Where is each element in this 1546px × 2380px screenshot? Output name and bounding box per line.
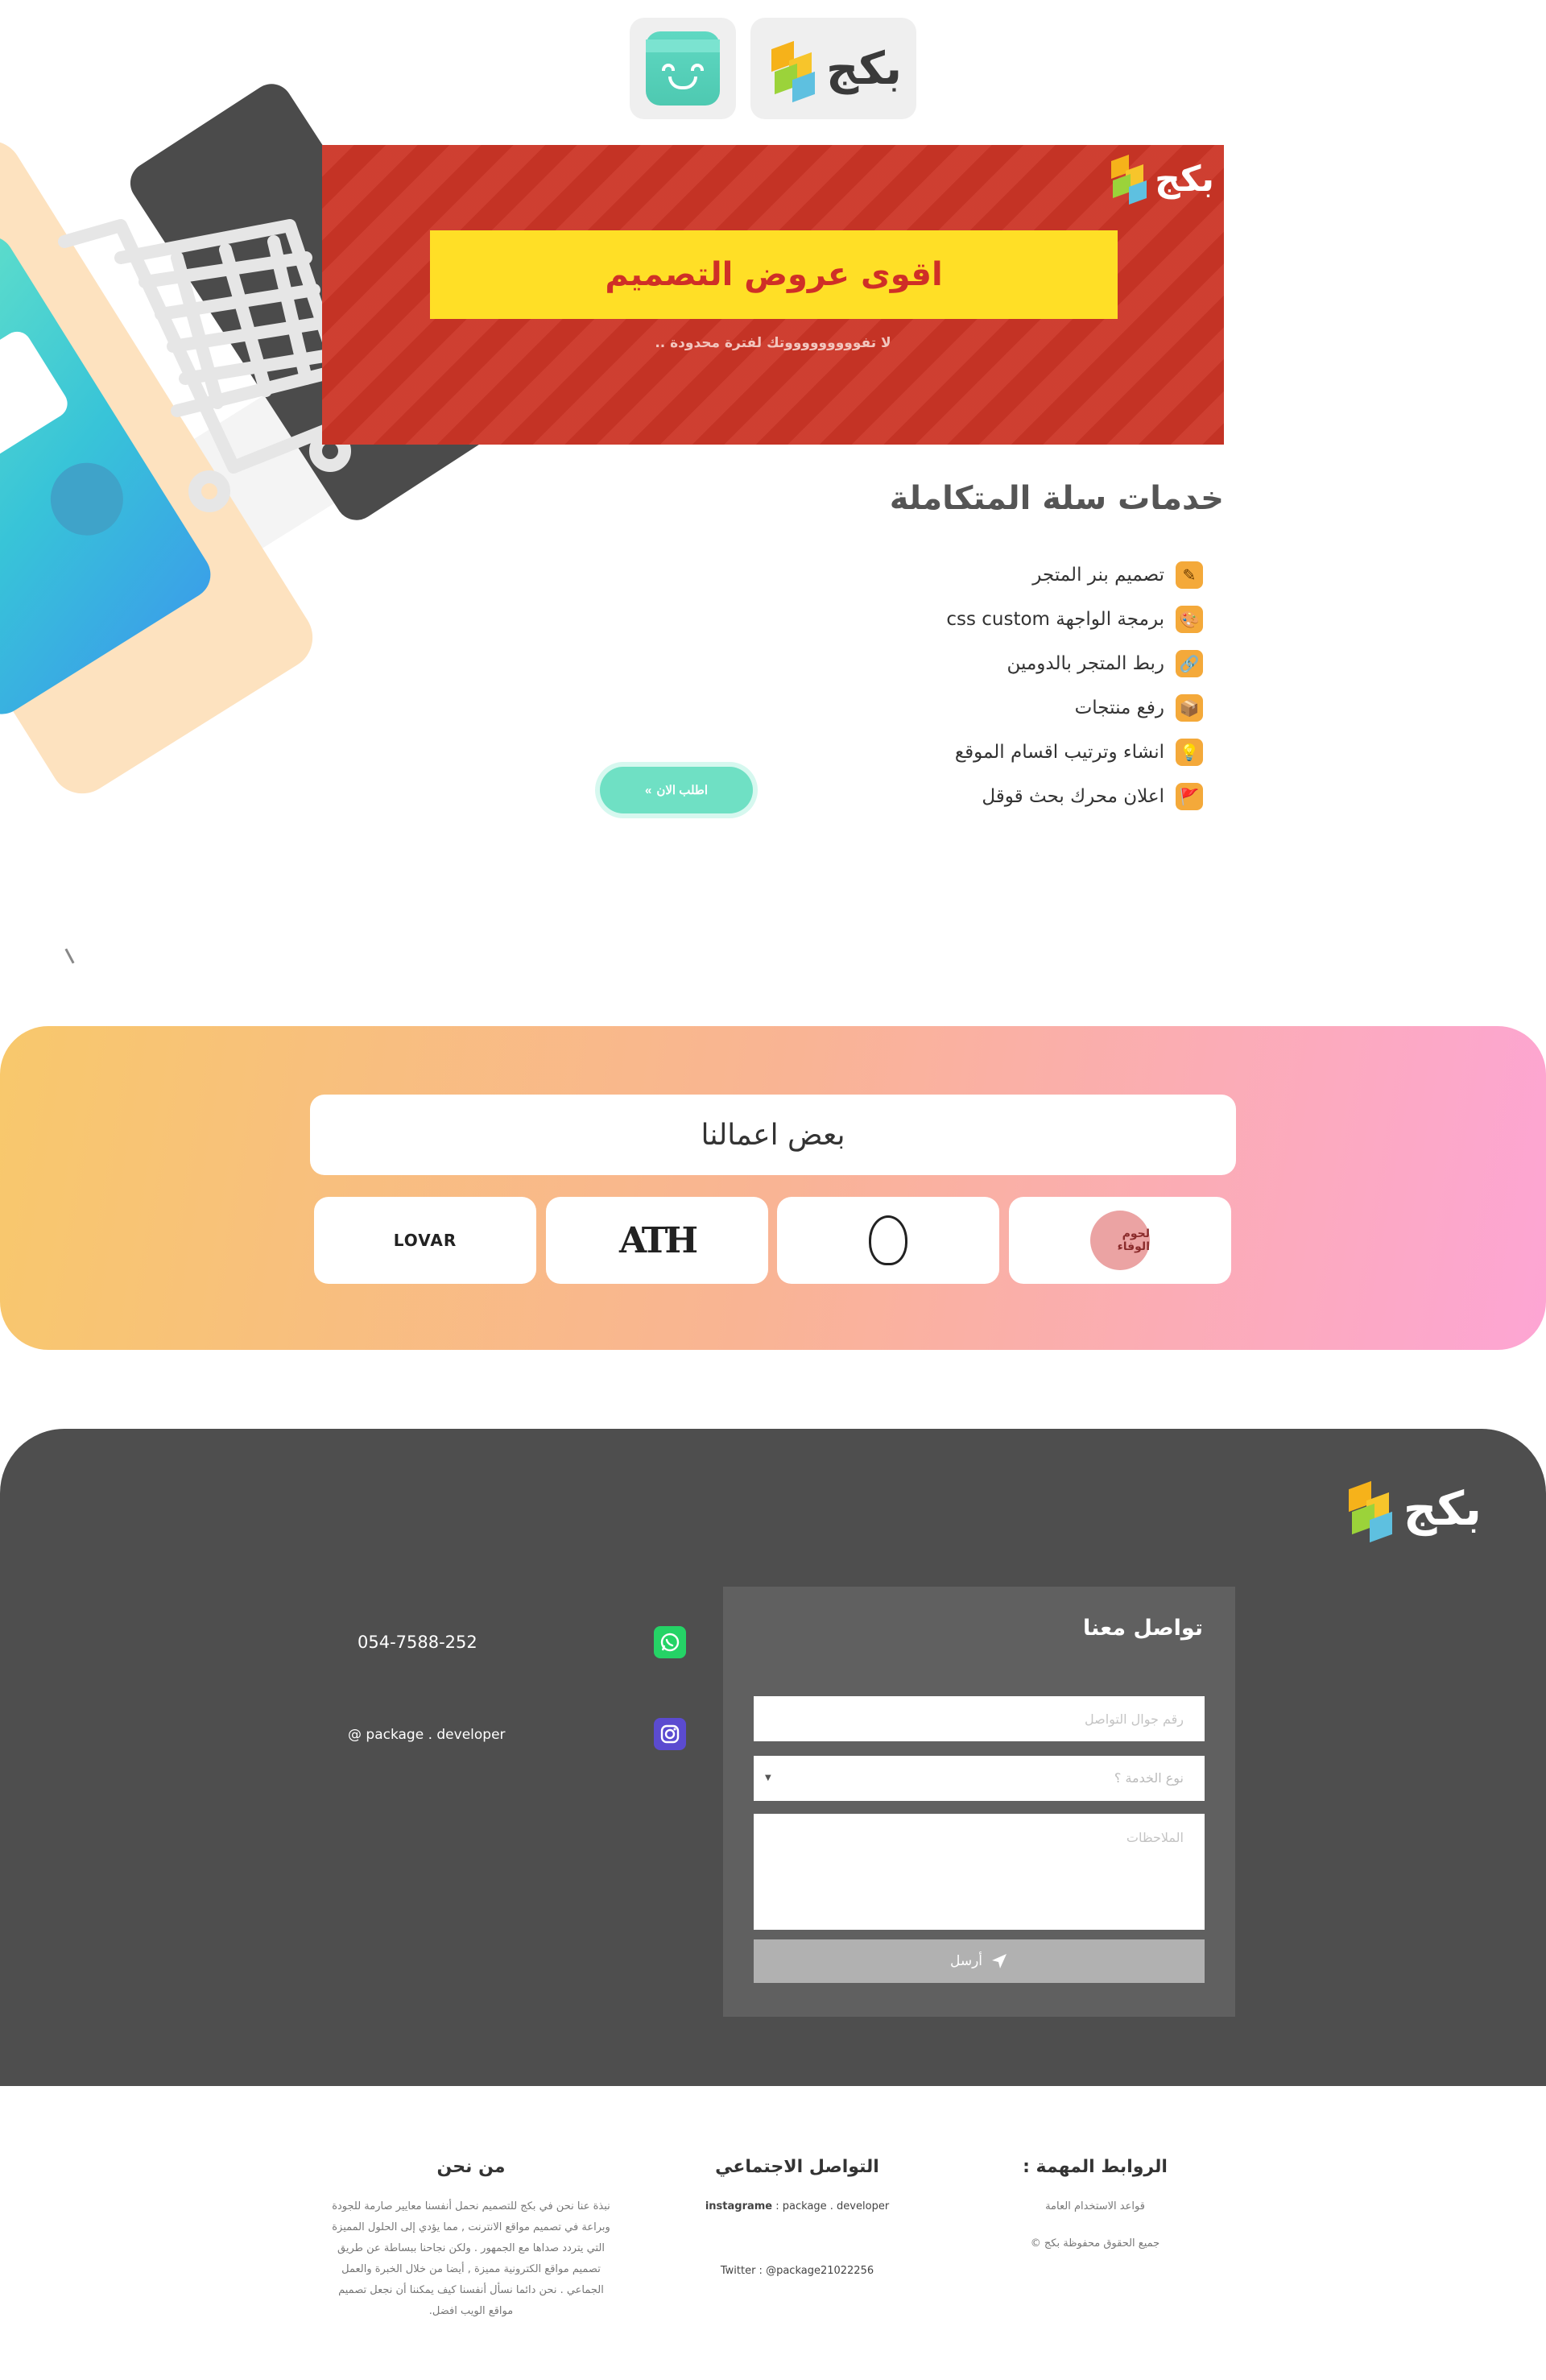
egg-logo: [869, 1215, 907, 1265]
contact-brand-name: بكج: [1403, 1481, 1482, 1536]
service-label: برمجة الواجهة css custom: [946, 608, 1164, 630]
palette-icon: 🎨: [1176, 605, 1203, 633]
contact-form: تواصل معنا نوع الخدمة ؟ ▼ أرسل: [723, 1587, 1235, 2017]
service-label: انشاء وترتيب اقسام الموقع: [954, 741, 1164, 763]
brand-logo: بكج: [765, 40, 902, 103]
list-item: ✎ تصميم بنر المتجر: [784, 553, 1203, 597]
list-item: 💡 انشاء وترتيب اقسام الموقع: [784, 730, 1203, 774]
instagram-value: : package . developer: [775, 2200, 890, 2212]
cubes-icon: [765, 40, 821, 103]
lovar-logo: LOVAR: [393, 1231, 457, 1250]
client-card[interactable]: [777, 1197, 999, 1284]
contact-brand-logo: بكج: [1342, 1480, 1482, 1543]
instagram-label: instagrame: [705, 2200, 773, 2212]
service-label: ربط المتجر بالدومين: [1007, 652, 1165, 674]
cubes-icon: [1342, 1480, 1399, 1543]
promo-banner[interactable]: بكج اقوى عروض التصميم لا تفوووووووووتك ل…: [322, 145, 1224, 445]
link-icon: 🔗: [1176, 649, 1203, 677]
service-label: اعلان محرك بحث قوقل: [982, 785, 1164, 807]
banner-headline: اقوى عروض التصميم: [605, 256, 943, 293]
list-item: 🎨 برمجة الواجهة css custom: [784, 597, 1203, 641]
brand-logo-tile[interactable]: بكج: [750, 18, 916, 119]
works-title: بعض اعمالنا: [310, 1095, 1236, 1175]
banner-headline-box: اقوى عروض التصميم: [430, 230, 1118, 319]
send-icon: [992, 1954, 1007, 1968]
services-title: خدمات سلة المتكاملة: [889, 480, 1224, 517]
instagram-row[interactable]: @ package . developer: [0, 1714, 725, 1754]
about-line: وبراعة في تصميم مواقع الانترنت , مما يؤد…: [332, 2221, 610, 2233]
send-label: أرسل: [949, 1953, 983, 1969]
service-select[interactable]: نوع الخدمة ؟ ▼: [754, 1756, 1205, 1801]
footer-social: التواصل الاجتماعي instagrame : package .…: [676, 2157, 918, 2282]
client-card[interactable]: LOVAR: [314, 1197, 536, 1284]
coffee-logo: لحوم الوفاء: [1090, 1211, 1150, 1270]
form-title: تواصل معنا: [1082, 1616, 1203, 1641]
footer-instagram[interactable]: instagrame : package . developer: [676, 2196, 918, 2217]
about-line: تصميم مواقع الكترونية مميزة , أيضا من خل…: [341, 2263, 601, 2275]
client-card[interactable]: لحوم الوفاء: [1009, 1197, 1231, 1284]
banner-brand-name: بكج: [1155, 158, 1214, 200]
footer-links-title: الروابط المهمة :: [1023, 2157, 1168, 2177]
client-card[interactable]: ATH: [546, 1197, 768, 1284]
about-line: نبذة عنا نحن في بكج للتصميم نحمل أنفسنا …: [332, 2200, 610, 2212]
services-list: ✎ تصميم بنر المتجر 🎨 برمجة الواجهة css c…: [784, 553, 1203, 818]
caret-down-icon: ▼: [765, 1774, 771, 1782]
list-item: 🚩 اعلان محرك بحث قوقل: [784, 774, 1203, 818]
copyright-text: جميع الحقوق محفوظة بكج ©: [1030, 2237, 1160, 2250]
works-section: بعض اعمالنا LOVAR ATH لحوم الوفاء: [0, 1026, 1546, 1350]
whatsapp-icon: [654, 1626, 686, 1658]
footer-about: من نحن نبذة عنا نحن في بكج للتصميم نحمل …: [314, 2157, 628, 2322]
ath-logo: ATH: [618, 1219, 698, 1261]
footer-links: الروابط المهمة : قواعد الاستخدام العامة …: [990, 2157, 1200, 2254]
footer-about-title: من نحن: [436, 2157, 506, 2177]
footer-link[interactable]: قواعد الاستخدام العامة: [990, 2196, 1200, 2217]
double-chevron-down-icon: »: [644, 783, 652, 797]
about-line: الجماعي . نحن دائما نسأل أنفسنا كيف يمكن…: [338, 2284, 604, 2296]
about-line: التي يتردد صداها مع الجمهور . ولكن نجاحن…: [337, 2242, 605, 2254]
banner-subline: لا تفوووووووووتك لفترة محدودة ..: [655, 335, 891, 351]
smile-logo-tile[interactable]: [630, 18, 736, 119]
order-now-button[interactable]: اطلب الان »: [600, 767, 753, 813]
decor-mark: [64, 948, 75, 964]
footer-social-title: التواصل الاجتماعي: [715, 2157, 879, 2177]
instagram-handle: @ package . developer: [348, 1727, 506, 1743]
contact-section: بكج 054-7588-252 @ package . developer ت…: [0, 1429, 1546, 2086]
banner-brand-logo: بكج: [1106, 154, 1214, 205]
footer-twitter[interactable]: Twitter : @package21022256: [676, 2261, 918, 2282]
smile-box-icon: [646, 31, 720, 106]
instagram-icon: [654, 1718, 686, 1750]
box-icon: 📦: [1176, 693, 1203, 722]
phone-field[interactable]: [754, 1696, 1205, 1741]
service-placeholder: نوع الخدمة ؟: [1114, 1770, 1184, 1786]
phone-row[interactable]: 054-7588-252: [0, 1622, 725, 1662]
brand-name: بكج: [826, 42, 902, 95]
list-item: 📦 رفع منتجات: [784, 685, 1203, 730]
notes-field[interactable]: [754, 1814, 1205, 1930]
flag-icon: 🚩: [1176, 782, 1203, 810]
cubes-icon: [1106, 154, 1151, 205]
pencil-icon: ✎: [1176, 561, 1203, 589]
service-label: رفع منتجات: [1074, 697, 1164, 718]
send-button[interactable]: أرسل: [754, 1939, 1205, 1983]
service-label: تصميم بنر المتجر: [1032, 564, 1164, 586]
phone-number: 054-7588-252: [358, 1633, 477, 1652]
about-line: مواقع الويب افضل.: [428, 2305, 514, 2317]
lightbulb-icon: 💡: [1176, 738, 1203, 766]
list-item: 🔗 ربط المتجر بالدومين: [784, 641, 1203, 685]
order-now-label: اطلب الان: [656, 784, 709, 797]
